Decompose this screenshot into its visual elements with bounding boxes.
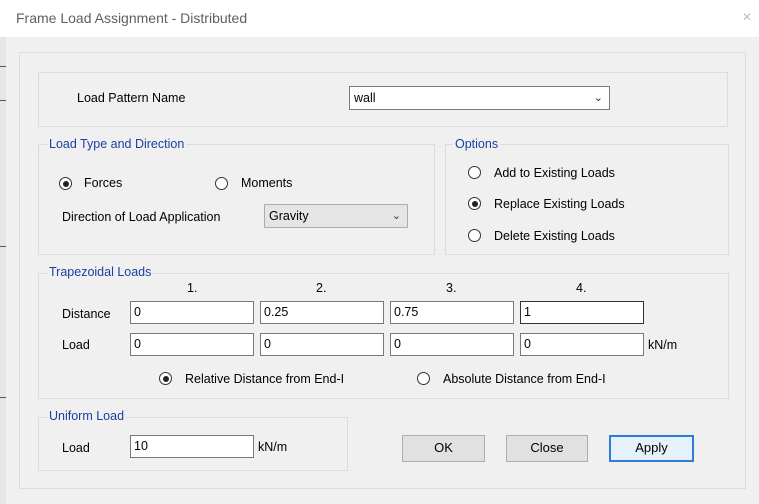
replace-loads-label: Replace Existing Loads (494, 197, 625, 211)
trapezoidal-unit: kN/m (648, 338, 678, 352)
edge-divider (0, 397, 6, 398)
direction-label: Direction of Load Application (62, 210, 221, 224)
chevron-down-icon: ⌄ (391, 210, 401, 222)
column-header-2: 2. (316, 281, 327, 295)
load-pattern-label: Load Pattern Name (77, 91, 186, 105)
window-title: Frame Load Assignment - Distributed (16, 10, 248, 26)
direction-value: Gravity (269, 209, 309, 223)
uniform-load-legend: Uniform Load (47, 409, 127, 423)
distance-input-1[interactable]: 0 (130, 301, 254, 324)
absolute-distance-radio[interactable] (417, 372, 430, 385)
load-pattern-value: wall (354, 91, 376, 105)
column-header-4: 4. (576, 281, 587, 295)
load-row-label: Load (62, 338, 90, 352)
uniform-load-label: Load (62, 441, 90, 455)
delete-loads-radio[interactable] (468, 229, 481, 242)
edge-divider (0, 100, 6, 101)
moments-radio[interactable] (215, 177, 228, 190)
ok-button[interactable]: OK (402, 435, 485, 462)
absolute-distance-label: Absolute Distance from End-I (443, 372, 606, 386)
apply-button[interactable]: Apply (609, 435, 694, 462)
load-type-group (38, 144, 435, 255)
forces-label: Forces (84, 176, 123, 190)
trapezoidal-legend: Trapezoidal Loads (47, 265, 154, 279)
distance-row-label: Distance (62, 307, 111, 321)
edge-divider (0, 246, 6, 247)
uniform-load-input[interactable]: 10 (130, 435, 254, 458)
distance-input-4[interactable]: 1 (520, 301, 644, 324)
load-input-4[interactable]: 0 (520, 333, 644, 356)
column-header-1: 1. (187, 281, 198, 295)
direction-select[interactable]: Gravity ⌄ (264, 204, 408, 228)
chevron-down-icon: ⌄ (593, 92, 603, 104)
relative-distance-label: Relative Distance from End-I (185, 372, 345, 386)
uniform-load-unit: kN/m (258, 440, 288, 454)
load-input-1[interactable]: 0 (130, 333, 254, 356)
close-icon[interactable]: × (737, 8, 757, 28)
edge-divider (0, 66, 6, 67)
load-input-2[interactable]: 0 (260, 333, 384, 356)
close-button[interactable]: Close (506, 435, 588, 462)
load-input-3[interactable]: 0 (390, 333, 514, 356)
forces-radio[interactable] (59, 177, 72, 190)
add-loads-radio[interactable] (468, 166, 481, 179)
relative-distance-radio[interactable] (159, 372, 172, 385)
replace-loads-radio[interactable] (468, 197, 481, 210)
load-pattern-select[interactable]: wall ⌄ (349, 86, 610, 110)
moments-label: Moments (241, 176, 293, 190)
distance-input-3[interactable]: 0.75 (390, 301, 514, 324)
options-legend: Options (453, 137, 501, 151)
background-window-edge (0, 37, 6, 504)
distance-input-2[interactable]: 0.25 (260, 301, 384, 324)
column-header-3: 3. (446, 281, 457, 295)
load-type-legend: Load Type and Direction (47, 137, 187, 151)
delete-loads-label: Delete Existing Loads (494, 229, 615, 243)
add-loads-label: Add to Existing Loads (494, 166, 615, 180)
